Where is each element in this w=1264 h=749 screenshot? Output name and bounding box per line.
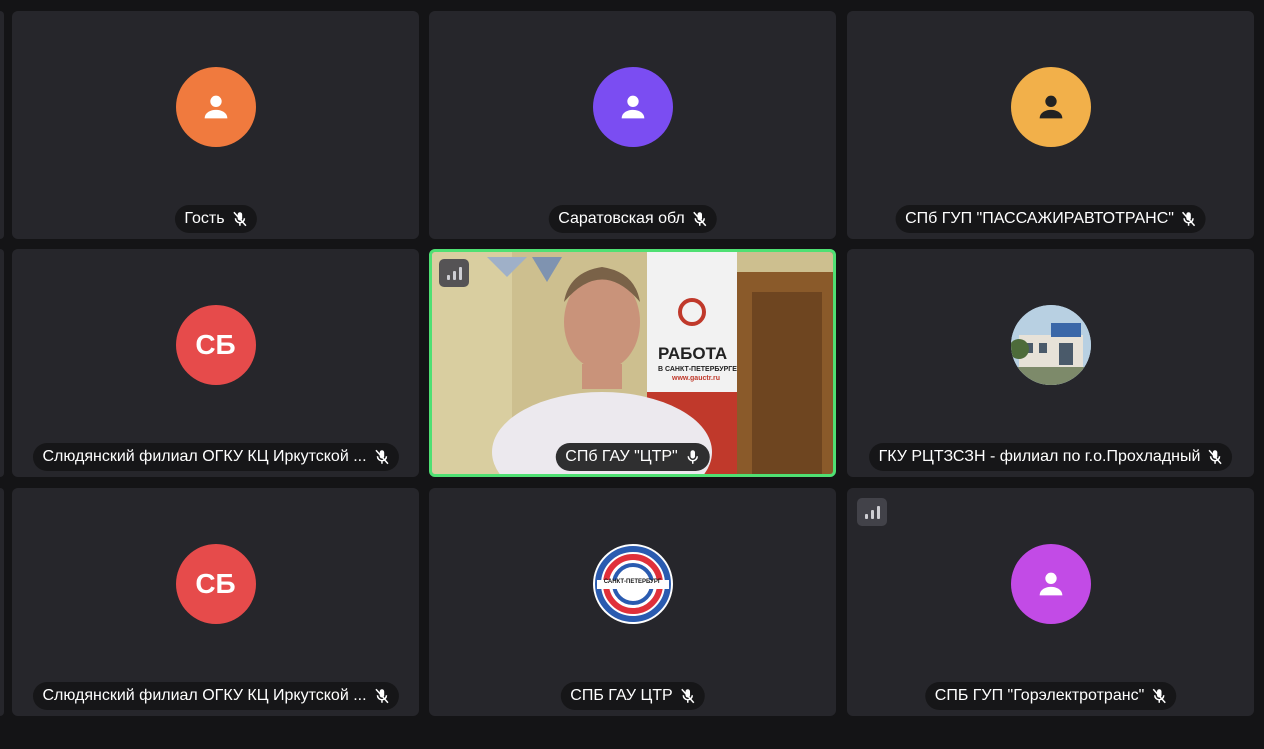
participant-tile[interactable]: Гость [12, 11, 419, 239]
video-frame [432, 252, 833, 474]
mic-muted-icon [374, 449, 389, 465]
initials-avatar: СБ [175, 305, 256, 385]
participant-name: СПб ГУП "ПАССАЖИРАВТОТРАНС" [905, 210, 1174, 227]
participant-tile[interactable]: Саратовская обл [429, 11, 836, 239]
participant-name: Саратовская обл [558, 210, 685, 227]
logo-text: САНКТ-ПЕТЕРБУРГ [603, 579, 662, 585]
mic-icon [687, 450, 698, 464]
user-icon [1010, 544, 1091, 624]
mic-muted-icon [1152, 688, 1166, 704]
initials-avatar: СБ [175, 544, 256, 624]
participant-name-label: СПб ГАУ "ЦТР" [555, 443, 710, 471]
signal-strength-icon [857, 498, 887, 526]
video-feed: РАБОТА В САНКТ-ПЕТЕРБУРГЕ www.gauctr.ru [432, 252, 833, 474]
participant-tile-active-speaker[interactable]: РАБОТА В САНКТ-ПЕТЕРБУРГЕ www.gauctr.ru … [429, 249, 836, 477]
user-icon [592, 67, 673, 147]
mic-muted-icon [1182, 211, 1196, 227]
participant-tile[interactable]: СБ Слюдянский филиал ОГКУ КЦ Иркутской .… [12, 249, 419, 477]
participant-name-label: Гость [174, 205, 257, 233]
mic-muted-icon [693, 211, 707, 227]
participant-name-label: СПб ГУП "ПАССАЖИРАВТОТРАНС" [895, 205, 1206, 233]
participant-tile[interactable]: СБ Слюдянский филиал ОГКУ КЦ Иркутской .… [12, 488, 419, 716]
participant-name-label: Слюдянский филиал ОГКУ КЦ Иркутской ... [32, 682, 399, 710]
partial-tile-edge [0, 11, 4, 239]
building-photo-avatar [1010, 305, 1091, 385]
user-icon [175, 67, 256, 147]
mic-muted-icon [681, 688, 695, 704]
signal-strength-icon [439, 259, 469, 287]
participant-name-label: СПБ ГАУ ЦТР [560, 682, 705, 710]
participant-name: Гость [184, 210, 225, 227]
participant-tile[interactable]: ГКУ РЦТЗСЗН - филиал по г.о.Прохладный [847, 249, 1254, 477]
participant-tile[interactable]: СПБ ГУП "Горэлектротранс" [847, 488, 1254, 716]
participant-name-label: Слюдянский филиал ОГКУ КЦ Иркутской ... [32, 443, 399, 471]
partial-tile-edge [0, 488, 4, 716]
participant-tile[interactable]: СПб ГУП "ПАССАЖИРАВТОТРАНС" [847, 11, 1254, 239]
partial-tile-edge [0, 249, 4, 477]
participant-name-label: ГКУ РЦТЗСЗН - филиал по г.о.Прохладный [868, 443, 1233, 471]
mic-muted-icon [374, 688, 389, 704]
avatar-initials: СБ [195, 329, 236, 360]
mic-muted-icon [1208, 449, 1222, 465]
participant-name: СПБ ГУП "Горэлектротранс" [934, 687, 1145, 704]
participant-name: Слюдянский филиал ОГКУ КЦ Иркутской ... [42, 687, 367, 704]
participant-name: СПБ ГАУ ЦТР [570, 687, 673, 704]
avatar-initials: СБ [195, 568, 236, 599]
participant-name: Слюдянский филиал ОГКУ КЦ Иркутской ... [42, 448, 367, 465]
participant-name-label: Саратовская обл [548, 205, 717, 233]
participant-name: СПб ГАУ "ЦТР" [565, 448, 678, 465]
user-icon [1010, 67, 1091, 147]
mic-muted-icon [233, 211, 247, 227]
participant-name-label: СПБ ГУП "Горэлектротранс" [924, 682, 1177, 710]
banner-subtitle: В САНКТ-ПЕТЕРБУРГЕ [658, 366, 737, 373]
participant-name: ГКУ РЦТЗСЗН - филиал по г.о.Прохладный [878, 448, 1201, 465]
banner-title: РАБОТА [658, 344, 728, 363]
banner-url: www.gauctr.ru [672, 375, 720, 382]
participant-tile[interactable]: САНКТ-ПЕТЕРБУРГ СПБ ГАУ ЦТР [429, 488, 836, 716]
organization-logo: САНКТ-ПЕТЕРБУРГ [592, 544, 673, 624]
